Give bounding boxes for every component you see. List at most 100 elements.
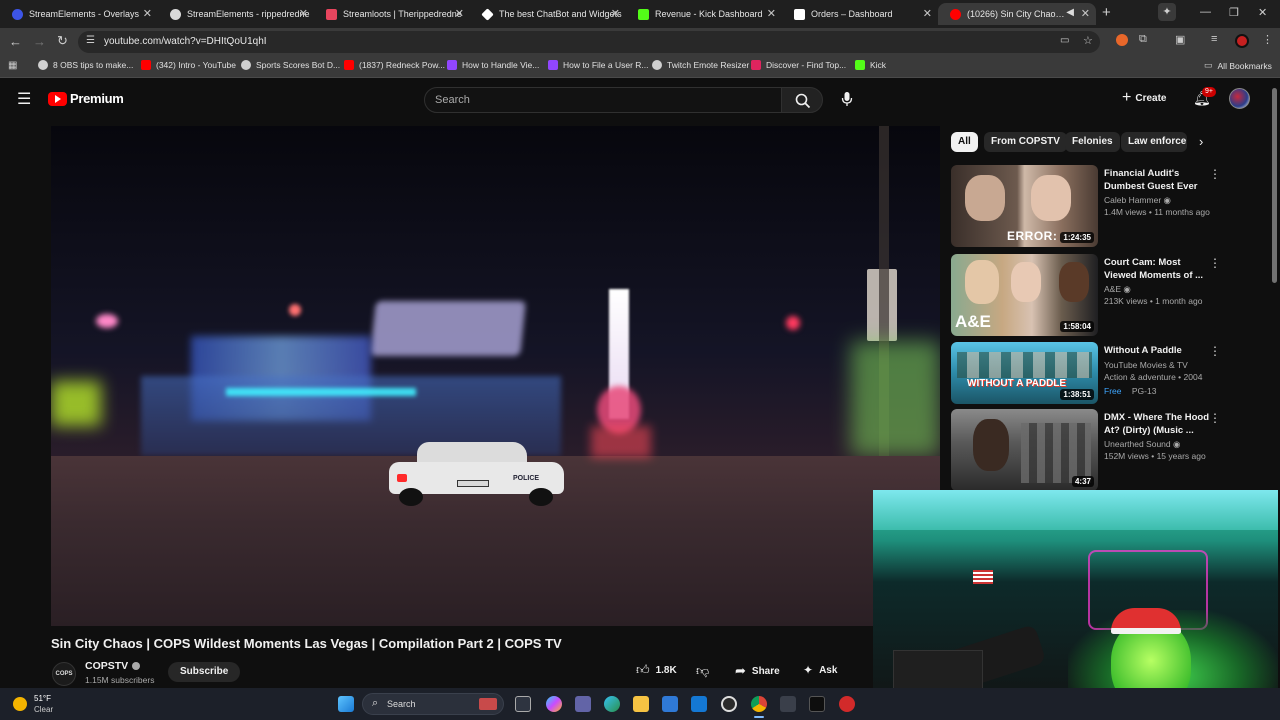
forward-icon[interactable]: →: [33, 34, 46, 49]
more-options-icon[interactable]: ⋮: [1209, 256, 1221, 270]
close-tab-icon[interactable]: ✕: [611, 7, 620, 20]
media-controls-icon[interactable]: ≡: [1211, 33, 1217, 45]
video-thumbnail[interactable]: ERROR: 1:24:35: [951, 165, 1098, 247]
browser-tab[interactable]: Streamloots | Therippedredne ✕: [314, 3, 470, 25]
address-bar[interactable]: ☰ youtube.com/watch?v=DHItQoU1qhI ▭ ☆: [78, 31, 1100, 53]
chrome-icon[interactable]: [751, 696, 767, 712]
recommended-video[interactable]: WITHOUT A PADDLE 1:38:51 Without A Paddl…: [951, 342, 1231, 404]
more-options-icon[interactable]: ⋮: [1209, 411, 1221, 425]
video-player[interactable]: POLICE: [51, 126, 940, 626]
hamburger-menu-icon[interactable]: ☰: [17, 89, 31, 109]
like-button[interactable]: 👍︎ 1.8K: [636, 662, 677, 678]
chrome-menu-icon[interactable]: ⋮: [1262, 33, 1273, 46]
weather-temp[interactable]: 51°F: [34, 694, 51, 703]
close-tab-icon[interactable]: ✕: [767, 7, 776, 20]
video-thumbnail[interactable]: A&E 1:58:04: [951, 254, 1098, 336]
bookmark-item[interactable]: Discover - Find Top...: [751, 60, 846, 70]
store-icon[interactable]: [662, 696, 678, 712]
extension-icon[interactable]: [1116, 34, 1128, 46]
notifications-button[interactable]: 🔔︎ 9+: [1193, 87, 1216, 106]
minimize-icon[interactable]: —: [1200, 6, 1211, 18]
chip-from-copstv[interactable]: From COPSTV: [984, 132, 1067, 152]
video-title[interactable]: DMX - Where The Hood At? (Dirty) (Music …: [1104, 411, 1210, 437]
share-button[interactable]: ➦ Share: [735, 663, 780, 679]
teams-icon[interactable]: [575, 696, 591, 712]
back-icon[interactable]: ←: [9, 34, 22, 49]
profile-avatar[interactable]: [1235, 34, 1249, 48]
chip-all[interactable]: All: [951, 132, 978, 152]
browser-tab[interactable]: The best ChatBot and Widgets ✕: [470, 3, 626, 25]
create-button[interactable]: + Create: [1122, 90, 1166, 106]
task-view-icon[interactable]: [515, 696, 531, 712]
recommended-video[interactable]: ERROR: 1:24:35 Financial Audit's Dumbest…: [951, 165, 1231, 247]
bookmark-item[interactable]: (1837) Redneck Pow...: [344, 60, 445, 70]
bookmark-star-icon[interactable]: ☆: [1083, 34, 1093, 47]
microphone-icon[interactable]: [841, 91, 853, 107]
extensions-puzzle-icon[interactable]: ⧉: [1139, 33, 1147, 46]
site-info-icon[interactable]: ☰: [86, 35, 95, 46]
search-button[interactable]: [781, 87, 823, 113]
search-input[interactable]: Search: [424, 87, 782, 113]
weather-icon[interactable]: [13, 697, 27, 711]
channel-avatar[interactable]: COPS: [52, 662, 76, 686]
bookmark-item[interactable]: How to Handle Vie...: [447, 60, 539, 70]
apps-grid-icon[interactable]: ▦: [8, 60, 17, 71]
video-thumbnail[interactable]: WITHOUT A PADDLE 1:38:51: [951, 342, 1098, 404]
video-title[interactable]: Financial Audit's Dumbest Guest Ever: [1104, 167, 1210, 193]
maximize-icon[interactable]: ❐: [1229, 6, 1239, 19]
close-tab-icon[interactable]: ✕: [1081, 7, 1090, 20]
reload-icon[interactable]: ↻: [57, 33, 68, 49]
bookmark-item[interactable]: 8 OBS tips to make...: [38, 60, 133, 70]
channel-name[interactable]: Unearthed Sound ◉: [1104, 438, 1180, 450]
browser-tab-active[interactable]: (10266) Sin City Chaos | C ◀ ✕: [938, 3, 1096, 25]
bookmark-item[interactable]: Sports Scores Bot D...: [241, 60, 340, 70]
split-view-icon[interactable]: ▣: [1175, 33, 1185, 46]
taskbar-search[interactable]: ⌕ Search: [362, 693, 504, 715]
more-options-icon[interactable]: ⋮: [1209, 344, 1221, 358]
windows-start-icon[interactable]: [338, 696, 354, 712]
app-icon[interactable]: [839, 696, 855, 712]
install-app-icon[interactable]: ▭: [1060, 35, 1069, 46]
gemini-icon[interactable]: ✦: [1158, 3, 1176, 21]
video-title[interactable]: Without A Paddle: [1104, 344, 1210, 357]
close-tab-icon[interactable]: ✕: [143, 7, 152, 20]
speaker-icon[interactable]: ◀: [1066, 7, 1074, 18]
ask-button[interactable]: ✦ Ask: [803, 663, 837, 677]
chevron-right-icon[interactable]: ›: [1199, 134, 1203, 149]
outlook-icon[interactable]: [691, 696, 707, 712]
account-avatar[interactable]: [1229, 88, 1250, 109]
browser-tab[interactable]: StreamElements - Overlays ✕: [0, 3, 158, 25]
bookmark-item[interactable]: (342) Intro - YouTube: [141, 60, 236, 70]
app-icon[interactable]: [809, 696, 825, 712]
page-scrollbar[interactable]: [1272, 88, 1277, 283]
close-tab-icon[interactable]: ✕: [455, 7, 464, 20]
copilot-icon[interactable]: [546, 696, 562, 712]
app-icon[interactable]: [780, 696, 796, 712]
video-title[interactable]: Court Cam: Most Viewed Moments of ...: [1104, 256, 1210, 282]
chip-law-enforcement[interactable]: Law enforce: [1121, 132, 1187, 152]
all-bookmarks[interactable]: ▭ All Bookmarks: [1204, 60, 1272, 71]
browser-tab[interactable]: StreamElements - rippedredne ✕: [158, 3, 314, 25]
channel-name[interactable]: COPSTV: [85, 660, 141, 672]
weather-condition[interactable]: Clear: [34, 705, 53, 714]
bookmark-item[interactable]: Twitch Emote Resizer: [652, 60, 749, 70]
close-tab-icon[interactable]: ✕: [923, 7, 932, 20]
video-thumbnail[interactable]: 4:37: [951, 409, 1098, 491]
close-window-icon[interactable]: ✕: [1258, 6, 1267, 19]
thumbs-down-icon[interactable]: 👎︎: [696, 663, 709, 679]
more-options-icon[interactable]: ⋮: [1209, 167, 1221, 181]
channel-name[interactable]: Caleb Hammer ◉: [1104, 194, 1171, 206]
obs-icon[interactable]: [721, 696, 737, 712]
chip-felonies[interactable]: Felonies: [1065, 132, 1120, 152]
file-explorer-icon[interactable]: [633, 696, 649, 712]
bookmark-item[interactable]: Kick: [855, 60, 886, 70]
channel-name[interactable]: A&E ◉: [1104, 283, 1131, 295]
new-tab-icon[interactable]: +: [1102, 4, 1111, 21]
browser-tab[interactable]: Revenue - Kick Dashboard ✕: [626, 3, 782, 25]
edge-icon[interactable]: [604, 696, 620, 712]
youtube-logo[interactable]: Premium: [48, 91, 124, 106]
bookmark-item[interactable]: How to File a User R...: [548, 60, 649, 70]
subscribe-button[interactable]: Subscribe: [168, 662, 241, 682]
browser-tab[interactable]: Orders – Dashboard ✕: [782, 3, 938, 25]
close-tab-icon[interactable]: ✕: [299, 7, 308, 20]
